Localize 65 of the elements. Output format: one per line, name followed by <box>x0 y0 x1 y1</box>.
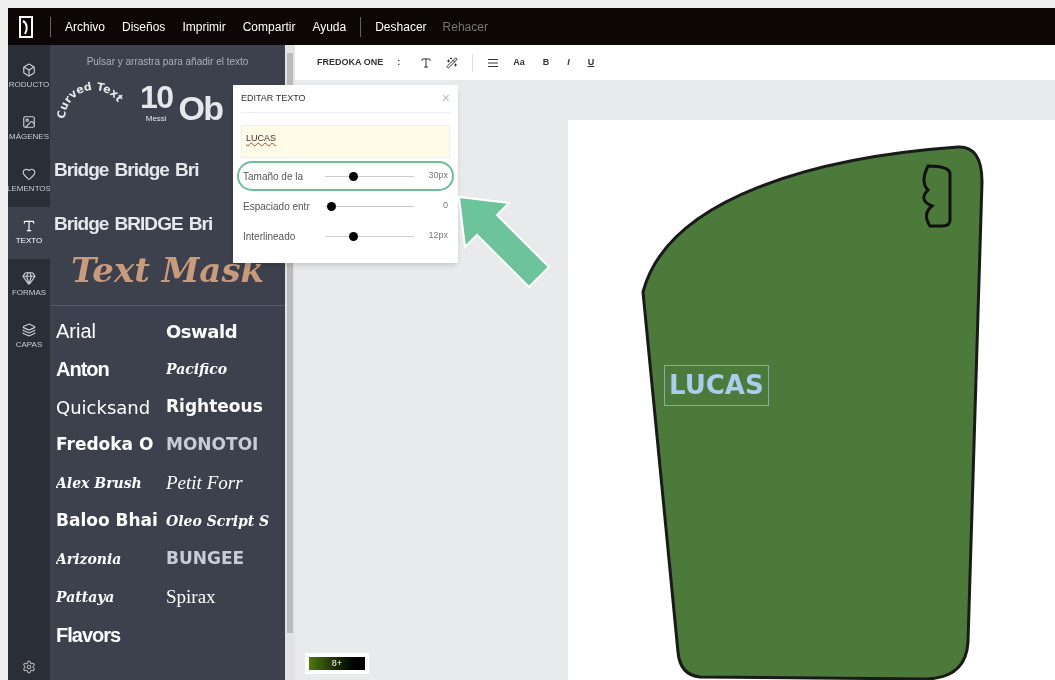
slider-label: Tamaño de la <box>243 169 305 184</box>
gem-icon <box>22 271 36 285</box>
font-select[interactable]: FREDOKA ONE : <box>311 55 407 70</box>
text-icon <box>22 219 36 233</box>
font-option[interactable]: Petit Forr <box>166 464 285 502</box>
underline-button[interactable]: U <box>587 55 595 70</box>
slider-label: Espaciado entr <box>243 199 311 214</box>
rail-tab[interactable]: MÁGENES <box>8 103 50 155</box>
font-option[interactable]: Spirax <box>166 578 285 616</box>
font-option[interactable]: Pacifico <box>166 350 285 388</box>
box-icon <box>22 63 36 77</box>
align-icon[interactable] <box>487 56 500 69</box>
rating-badge: 8+ <box>305 652 369 674</box>
number-sample[interactable]: 10 Messi <box>140 81 173 125</box>
font-option[interactable]: Pattaya <box>56 578 166 616</box>
slider-label: Interlineado <box>243 229 297 244</box>
layers-icon <box>22 323 36 337</box>
font-option[interactable]: Baloo Bhai <box>56 502 166 540</box>
logo-icon[interactable] <box>16 14 36 39</box>
text-style-sample[interactable]: Bri <box>174 160 199 179</box>
text-size-icon[interactable] <box>420 56 433 69</box>
font-option[interactable]: Fredoka O <box>56 426 166 464</box>
menu-item[interactable]: Ayuda <box>312 17 347 36</box>
heart-icon <box>22 167 36 181</box>
rail-tab[interactable]: CAPAS <box>8 311 50 363</box>
slider-value: 30px <box>427 169 448 183</box>
dialog-title: EDITAR TEXTO <box>241 91 306 105</box>
text-style-sample[interactable]: Ob <box>178 91 223 125</box>
bold-button[interactable]: B <box>542 55 550 70</box>
font-option[interactable]: Oswald <box>166 312 285 350</box>
slider-value: 0 <box>442 199 448 213</box>
menu-item[interactable]: Imprimir <box>182 17 226 36</box>
text-style-sample[interactable]: Bridge <box>54 214 109 233</box>
text-style-sample[interactable]: BRIDGE <box>114 214 183 233</box>
font-option[interactable]: Anton <box>56 350 166 388</box>
font-option[interactable]: BUNGEE <box>166 540 285 578</box>
rail-tab[interactable]: RODUCTO <box>8 51 50 103</box>
menu-item[interactable]: Diseños <box>122 17 166 36</box>
panel-hint: Pulsar y arrastra para añadir el texto <box>85 55 250 69</box>
text-style-sample[interactable]: Bridge <box>114 160 169 179</box>
font-option[interactable]: Arial <box>56 312 166 350</box>
slider-value: 12px <box>427 229 448 243</box>
font-option[interactable]: Righteous <box>166 388 285 426</box>
magic-wand-icon[interactable] <box>446 56 459 69</box>
undo-button[interactable]: Deshacer <box>375 17 427 36</box>
font-option[interactable]: MONOTOI <box>166 426 285 464</box>
image-icon <box>22 115 36 129</box>
text-style-sample[interactable]: Bridge <box>54 160 109 179</box>
menu-item[interactable]: Archivo <box>65 17 105 36</box>
text-input[interactable]: LUCAS <box>241 125 450 158</box>
rail-tab[interactable]: FORMAS <box>8 259 50 311</box>
italic-button[interactable]: I <box>567 55 570 70</box>
rail-tab[interactable]: LEMENTOS <box>8 155 50 207</box>
font-option[interactable]: Quicksand <box>56 388 166 426</box>
text-mask-sample[interactable]: Text Mask <box>70 253 265 287</box>
text-style-sample[interactable]: Bri <box>188 214 213 233</box>
slider-thumb[interactable] <box>349 171 358 181</box>
slider-thumb[interactable] <box>349 231 358 241</box>
font-option[interactable]: Oleo Script S <box>166 502 285 540</box>
rail-tab[interactable]: TEXTO <box>8 207 50 259</box>
font-size-button[interactable]: Aa <box>513 55 525 70</box>
settings-icon[interactable] <box>22 660 36 674</box>
slider-thumb[interactable] <box>327 201 337 211</box>
menu-item[interactable]: Compartir <box>242 17 296 36</box>
font-option[interactable]: Flavors <box>56 616 166 654</box>
